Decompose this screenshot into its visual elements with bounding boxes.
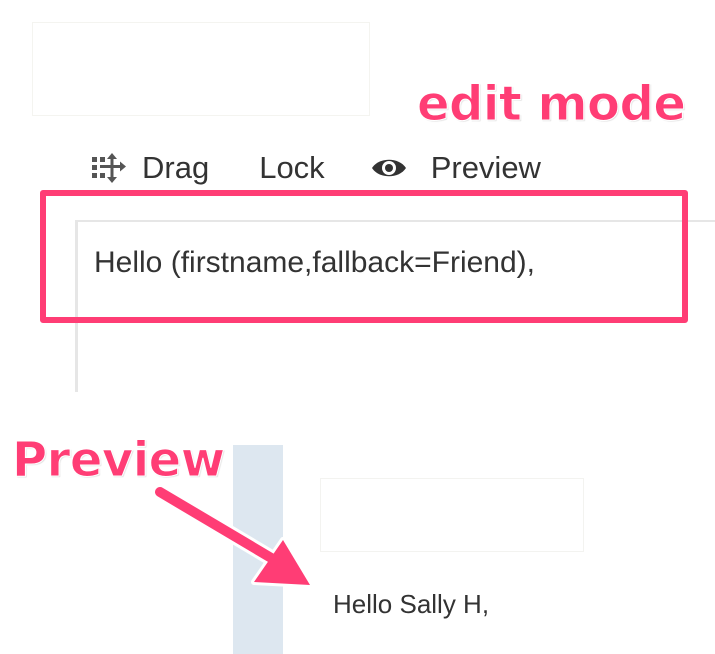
- arrow-icon: [152, 484, 313, 588]
